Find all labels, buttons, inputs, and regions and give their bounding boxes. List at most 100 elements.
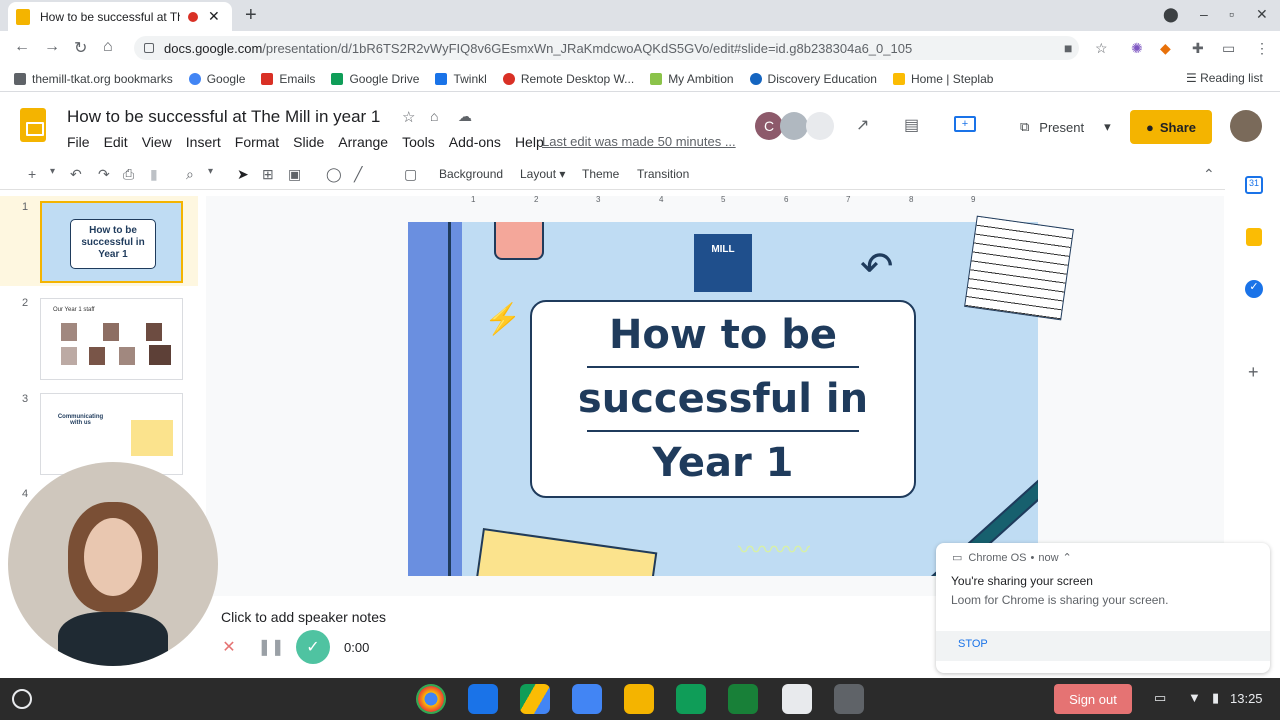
- new-tab-icon[interactable]: +: [245, 4, 257, 27]
- close-window-icon[interactable]: ✕: [1256, 6, 1268, 23]
- collaborator-avatar[interactable]: C: [755, 112, 783, 140]
- text-box-icon[interactable]: ⊞: [262, 166, 274, 183]
- browser-tab[interactable]: How to be successful at Th ✕: [8, 2, 232, 31]
- launcher-icon[interactable]: [12, 689, 32, 709]
- print-icon[interactable]: ⎙: [123, 166, 134, 183]
- slides-logo-icon[interactable]: [20, 108, 46, 142]
- anonymous-avatar-icon[interactable]: [806, 112, 834, 140]
- settings-app-icon[interactable]: [834, 684, 864, 714]
- battery-icon[interactable]: ▮: [1212, 690, 1219, 706]
- calendar-icon[interactable]: 31: [1245, 176, 1263, 194]
- stop-sharing-button[interactable]: STOP: [936, 631, 1270, 661]
- system-clock[interactable]: 13:25: [1230, 691, 1263, 706]
- slide-title-box[interactable]: How to be successful in Year 1: [530, 300, 916, 498]
- speaker-notes[interactable]: Click to add speaker notes: [221, 609, 386, 625]
- layout-button[interactable]: Layout ▾: [520, 167, 565, 181]
- photos-app-icon[interactable]: [782, 684, 812, 714]
- paint-format-icon[interactable]: ▮: [150, 166, 158, 183]
- comment-add-icon[interactable]: ▢: [404, 166, 417, 183]
- share-button[interactable]: ● Share: [1130, 110, 1212, 144]
- slide-thumbnail[interactable]: How to be successful in Year 1: [40, 201, 183, 283]
- present-button[interactable]: ⧉ Present ▾: [1010, 111, 1122, 143]
- forward-icon[interactable]: →: [44, 38, 60, 56]
- bookmark-item[interactable]: Google: [188, 72, 245, 86]
- chevron-up-icon[interactable]: ⌃: [1063, 551, 1072, 564]
- sign-out-button[interactable]: Sign out: [1054, 684, 1132, 714]
- menu-file[interactable]: File: [67, 134, 90, 150]
- minimize-icon[interactable]: –: [1200, 6, 1208, 22]
- new-slide-dropdown-icon[interactable]: ▾: [50, 166, 55, 177]
- move-to-folder-icon[interactable]: ⌂: [430, 108, 438, 124]
- image-icon[interactable]: ▣: [288, 166, 301, 183]
- bookmark-item[interactable]: My Ambition: [650, 72, 734, 86]
- activity-trend-icon[interactable]: ↗: [856, 115, 869, 135]
- drive-app-icon[interactable]: [520, 684, 550, 714]
- collaborator-avatar-photo[interactable]: [780, 112, 808, 140]
- line-icon[interactable]: ╱: [354, 166, 362, 183]
- background-button[interactable]: Background: [439, 167, 503, 181]
- present-dropdown-icon[interactable]: ▾: [1104, 119, 1111, 135]
- transition-button[interactable]: Transition: [637, 167, 689, 181]
- bookmark-item[interactable]: Home | Steplab: [892, 72, 993, 86]
- screen-share-tray-icon[interactable]: ▭: [1154, 690, 1166, 706]
- menu-help[interactable]: Help: [515, 134, 544, 150]
- extension-flower-icon[interactable]: ✺: [1131, 40, 1143, 57]
- reload-icon[interactable]: ↻: [74, 38, 87, 58]
- camera-icon[interactable]: ■: [1064, 40, 1072, 56]
- bookmark-item[interactable]: Discovery Education: [749, 72, 877, 86]
- menu-view[interactable]: View: [142, 134, 172, 150]
- menu-dots-icon[interactable]: ⋮: [1255, 40, 1269, 57]
- star-icon[interactable]: ☆: [402, 108, 415, 126]
- collapse-toolbar-icon[interactable]: ⌃: [1203, 166, 1215, 183]
- bookmark-item[interactable]: themill-tkat.org bookmarks: [14, 72, 173, 86]
- cancel-recording-icon[interactable]: ✕: [212, 630, 246, 664]
- classroom-app-icon[interactable]: [728, 684, 758, 714]
- reading-list[interactable]: ☰ Reading list: [1186, 71, 1263, 85]
- menu-addons[interactable]: Add-ons: [449, 134, 501, 150]
- chrome-app-icon[interactable]: [416, 684, 446, 714]
- zoom-dropdown-icon[interactable]: ▾: [208, 166, 213, 177]
- user-avatar[interactable]: [1230, 110, 1262, 142]
- menu-insert[interactable]: Insert: [186, 134, 221, 150]
- home-icon[interactable]: ⌂: [103, 38, 113, 56]
- bookmark-item[interactable]: Google Drive: [331, 72, 419, 86]
- profile-circle-icon[interactable]: ⬤: [1163, 6, 1179, 23]
- comments-icon[interactable]: ▤: [904, 115, 919, 135]
- redo-icon[interactable]: ↷: [98, 166, 110, 183]
- document-title[interactable]: How to be successful at The Mill in year…: [67, 107, 380, 127]
- menu-arrange[interactable]: Arrange: [338, 134, 388, 150]
- bookmark-item[interactable]: Emails: [261, 72, 315, 86]
- files-app-icon[interactable]: [468, 684, 498, 714]
- select-cursor-icon[interactable]: ➤: [237, 166, 249, 183]
- slides-app-icon[interactable]: [624, 684, 654, 714]
- add-addon-icon[interactable]: +: [1248, 362, 1259, 383]
- undo-icon[interactable]: ↶: [70, 166, 82, 183]
- menu-tools[interactable]: Tools: [402, 134, 435, 150]
- theme-button[interactable]: Theme: [582, 167, 619, 181]
- shape-icon[interactable]: ◯: [326, 166, 342, 183]
- bookmark-item[interactable]: Remote Desktop W...: [502, 72, 634, 86]
- zoom-icon[interactable]: ⌕: [186, 166, 194, 183]
- bookmark-star-icon[interactable]: ☆: [1095, 40, 1108, 57]
- wifi-icon[interactable]: ▼: [1188, 690, 1201, 705]
- current-slide[interactable]: MILL ↶ ⚡ How to be successful in Year 1 …: [408, 222, 1038, 576]
- cast-icon[interactable]: ▭: [1222, 40, 1235, 57]
- bookmark-item[interactable]: Twinkl: [435, 72, 487, 86]
- menu-format[interactable]: Format: [235, 134, 279, 150]
- loom-webcam-bubble[interactable]: [8, 462, 218, 666]
- docs-app-icon[interactable]: [572, 684, 602, 714]
- extension-new-icon[interactable]: ◆: [1160, 40, 1171, 57]
- new-slide-icon[interactable]: +: [28, 166, 36, 182]
- maximize-icon[interactable]: ▫: [1229, 6, 1234, 22]
- pause-recording-icon[interactable]: ❚❚: [254, 630, 288, 664]
- tasks-icon[interactable]: ✓: [1245, 280, 1263, 298]
- back-icon[interactable]: ←: [14, 38, 30, 56]
- sheets-app-icon[interactable]: [676, 684, 706, 714]
- meet-present-icon[interactable]: +: [954, 116, 976, 132]
- last-edit-link[interactable]: Last edit was made 50 minutes ...: [542, 134, 736, 149]
- keep-icon[interactable]: [1246, 228, 1262, 246]
- extensions-puzzle-icon[interactable]: ✚: [1192, 40, 1204, 57]
- slide-thumbnail[interactable]: Our Year 1 staff: [40, 298, 183, 380]
- address-bar[interactable]: docs.google.com/presentation/d/1bR6TS2R2…: [134, 36, 1079, 60]
- close-tab-icon[interactable]: ✕: [208, 8, 220, 25]
